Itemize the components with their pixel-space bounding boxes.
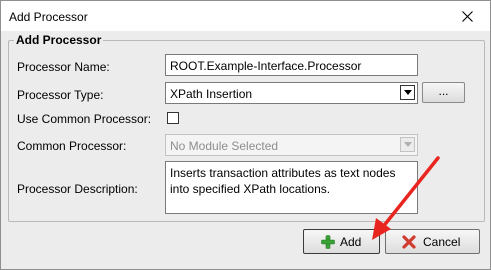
common-processor-select[interactable]: No Module Selected xyxy=(165,134,418,156)
close-icon xyxy=(462,11,473,22)
chevron-down-icon[interactable] xyxy=(400,85,415,100)
title-bar: Add Processor xyxy=(1,1,490,31)
plus-icon xyxy=(321,235,335,252)
use-common-processor-label: Use Common Processor: xyxy=(17,112,152,126)
common-processor-label: Common Processor: xyxy=(17,139,127,153)
processor-name-label: Processor Name: xyxy=(17,60,110,74)
processor-description-input[interactable]: Inserts transaction attributes as text n… xyxy=(165,161,418,214)
cancel-x-icon xyxy=(402,235,416,252)
group-legend: Add Processor xyxy=(14,33,104,47)
chevron-down-icon xyxy=(400,137,415,152)
cancel-button-label: Cancel xyxy=(423,235,461,249)
processor-description-label: Processor Description: xyxy=(17,182,138,196)
cancel-button[interactable]: Cancel xyxy=(385,229,480,254)
processor-type-value: XPath Insertion xyxy=(170,87,253,101)
add-button-label: Add xyxy=(340,235,362,249)
processor-name-input[interactable]: ROOT.Example-Interface.Processor xyxy=(165,54,418,76)
processor-type-label: Processor Type: xyxy=(17,88,104,102)
processor-type-select[interactable]: XPath Insertion xyxy=(165,82,418,104)
common-processor-value: No Module Selected xyxy=(170,139,279,153)
window-title: Add Processor xyxy=(9,10,88,24)
browse-processor-type-button[interactable]: ... xyxy=(422,82,465,103)
add-button[interactable]: Add xyxy=(303,229,380,254)
add-processor-dialog: Add Processor Add Processor Processor Na… xyxy=(0,0,491,270)
use-common-processor-checkbox[interactable] xyxy=(167,112,179,124)
close-button[interactable] xyxy=(446,1,490,31)
